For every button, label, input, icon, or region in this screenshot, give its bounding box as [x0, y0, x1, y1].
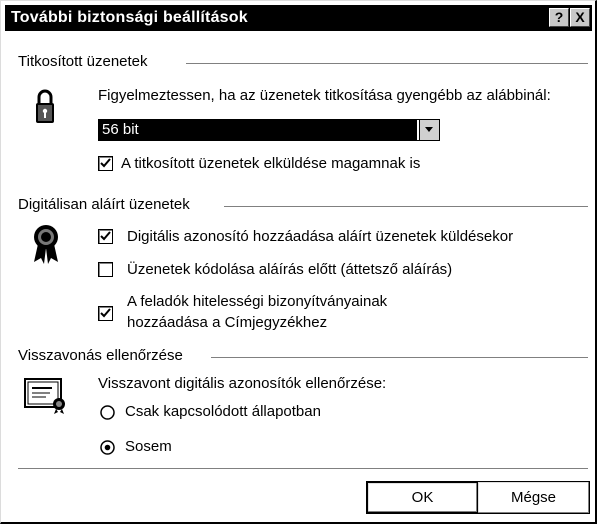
add-digital-id-checkbox[interactable]: [98, 229, 113, 244]
never-label[interactable]: Sosem: [125, 438, 172, 455]
window-title: További biztonsági beállítások: [11, 9, 248, 26]
bottom-divider: [18, 468, 588, 470]
award-ribbon-icon: [31, 224, 61, 269]
group-divider: [224, 206, 588, 208]
revocation-group-label: Visszavonás ellenőrzése: [18, 347, 183, 364]
online-only-label[interactable]: Csak kapcsolódott állapotban: [125, 403, 321, 420]
revocation-check-label: Visszavont digitális azonosítók ellenőrz…: [98, 375, 387, 392]
encode-before-sign-checkbox[interactable]: [98, 262, 113, 277]
dialog-window: További biztonsági beállítások ? X Titko…: [0, 0, 597, 524]
add-digital-id-label[interactable]: Digitális azonosító hozzáadása aláírt üz…: [127, 228, 513, 245]
add-senders-certs-label-line1[interactable]: A feladók hitelességi bizonyítványainak: [127, 293, 387, 310]
cancel-button[interactable]: Mégse: [477, 481, 590, 514]
add-senders-certs-checkbox[interactable]: [98, 306, 113, 321]
add-senders-certs-label-line2[interactable]: hozzáadása a Címjegyzékhez: [127, 314, 327, 331]
encrypted-group-label: Titkosított üzenetek: [18, 53, 148, 70]
send-to-self-checkbox[interactable]: [98, 156, 113, 171]
title-bar[interactable]: További biztonsági beállítások ? X: [5, 5, 592, 31]
group-divider: [211, 357, 588, 359]
padlock-icon: [35, 87, 55, 130]
never-radio[interactable]: [100, 440, 115, 455]
group-divider: [186, 63, 588, 65]
ok-button[interactable]: OK: [366, 481, 479, 514]
encode-before-sign-label[interactable]: Üzenetek kódolása aláírás előtt (áttetsz…: [127, 261, 452, 278]
certificate-icon: [24, 378, 68, 419]
encryption-strength-value: 56 bit: [99, 120, 417, 140]
signed-group-label: Digitálisan aláírt üzenetek: [18, 196, 190, 213]
help-button[interactable]: ?: [549, 8, 569, 27]
warn-weaker-label: Figyelmeztessen, ha az üzenetek titkosít…: [98, 87, 551, 104]
close-button[interactable]: X: [570, 8, 590, 27]
encryption-strength-select[interactable]: 56 bit: [98, 119, 440, 141]
chevron-down-icon[interactable]: [419, 120, 439, 140]
online-only-radio[interactable]: [100, 405, 115, 420]
send-to-self-label[interactable]: A titkosított üzenetek elküldése magamna…: [121, 155, 420, 172]
